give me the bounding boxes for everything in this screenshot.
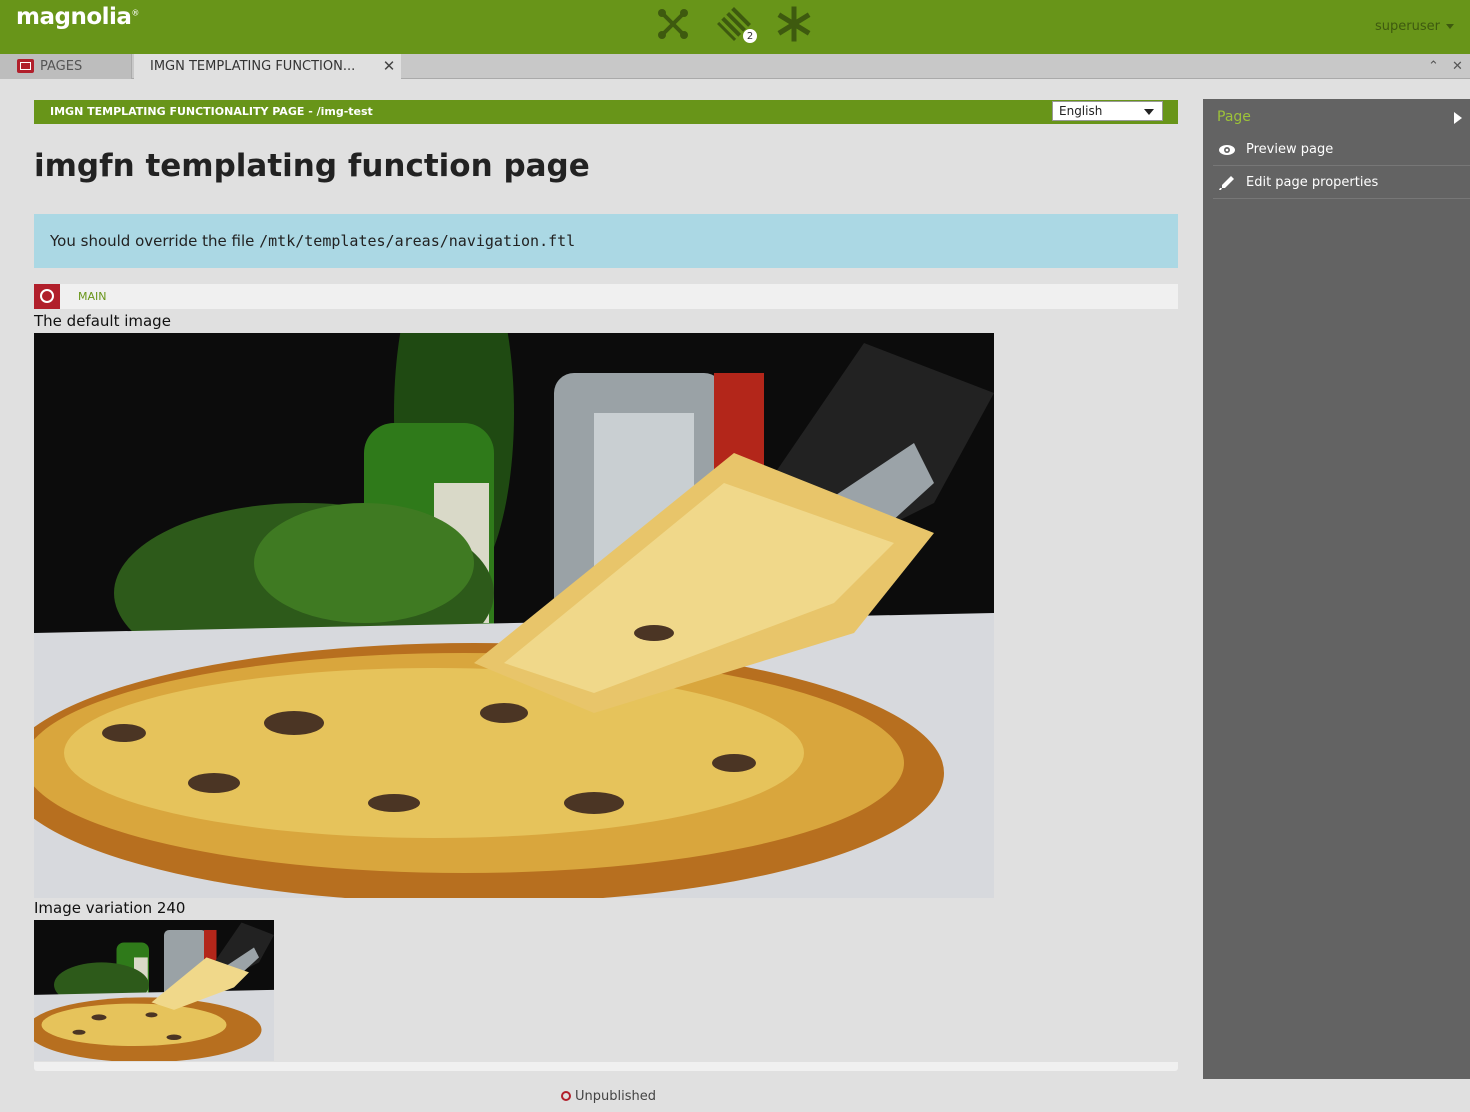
tab-page-editor[interactable]: IMGN TEMPLATING FUNCTION... bbox=[134, 54, 401, 79]
image-caption-default: The default image bbox=[34, 312, 171, 330]
pages-app-icon bbox=[17, 59, 34, 73]
close-app-icon[interactable]: ✕ bbox=[1452, 54, 1463, 79]
action-bar: Page Preview page Edit page properties bbox=[1203, 99, 1470, 1079]
app-launcher-icon[interactable] bbox=[650, 4, 696, 44]
close-tab-icon[interactable]: ✕ bbox=[381, 54, 397, 79]
main-area-bar[interactable] bbox=[34, 284, 1178, 309]
unpublished-status-icon bbox=[561, 1091, 571, 1101]
app-shortcuts bbox=[650, 4, 820, 46]
chevron-down-icon bbox=[1144, 109, 1154, 115]
main-area-end-bar bbox=[34, 1062, 1178, 1071]
user-name: superuser bbox=[1375, 19, 1440, 34]
edit-page-properties-label: Edit page properties bbox=[1246, 175, 1379, 190]
publish-status: Unpublished bbox=[561, 1089, 656, 1104]
image-caption-variation: Image variation 240 bbox=[34, 899, 186, 917]
preview-page-action[interactable]: Preview page bbox=[1213, 133, 1470, 166]
pizza-image-default[interactable] bbox=[34, 333, 994, 898]
pulse-badge: 2 bbox=[742, 28, 758, 44]
status-text: Unpublished bbox=[575, 1089, 656, 1104]
page-info-bar: IMGN TEMPLATING FUNCTIONALITY PAGE - /im… bbox=[34, 100, 1178, 124]
minimize-icon[interactable]: ⌃ bbox=[1428, 54, 1439, 79]
tab-bar: PAGES IMGN TEMPLATING FUNCTION... ✕ ⌃ ✕ bbox=[0, 54, 1470, 79]
magnolia-logo[interactable]: magnolia® bbox=[16, 4, 139, 30]
favorites-icon[interactable] bbox=[771, 4, 817, 44]
tab-page-editor-label: IMGN TEMPLATING FUNCTION... bbox=[150, 59, 356, 74]
preview-page-label: Preview page bbox=[1246, 142, 1334, 157]
expand-arrow-icon[interactable] bbox=[1454, 112, 1462, 124]
page-title: imgfn templating function page bbox=[34, 148, 590, 184]
area-label: MAIN bbox=[78, 290, 107, 303]
pizza-image-variation-240[interactable] bbox=[34, 920, 274, 1061]
tab-pages-label: PAGES bbox=[40, 59, 83, 74]
notice-text: You should override the file bbox=[50, 232, 260, 250]
edit-page-properties-action[interactable]: Edit page properties bbox=[1213, 166, 1470, 199]
top-bar: magnolia® 2 superuser bbox=[0, 0, 1470, 54]
tab-pages[interactable]: PAGES bbox=[0, 54, 132, 79]
override-notice: You should override the file /mtk/templa… bbox=[34, 214, 1178, 268]
eye-icon bbox=[1219, 145, 1235, 155]
pencil-icon bbox=[1219, 176, 1234, 190]
action-section-title: Page bbox=[1217, 109, 1251, 125]
chevron-down-icon bbox=[1446, 24, 1454, 29]
area-toggle-icon[interactable] bbox=[34, 284, 60, 309]
language-select[interactable]: English bbox=[1052, 101, 1163, 121]
notice-path: /mtk/templates/areas/navigation.ftl bbox=[259, 232, 576, 250]
language-value: English bbox=[1059, 104, 1103, 118]
user-menu[interactable]: superuser bbox=[1375, 19, 1454, 34]
